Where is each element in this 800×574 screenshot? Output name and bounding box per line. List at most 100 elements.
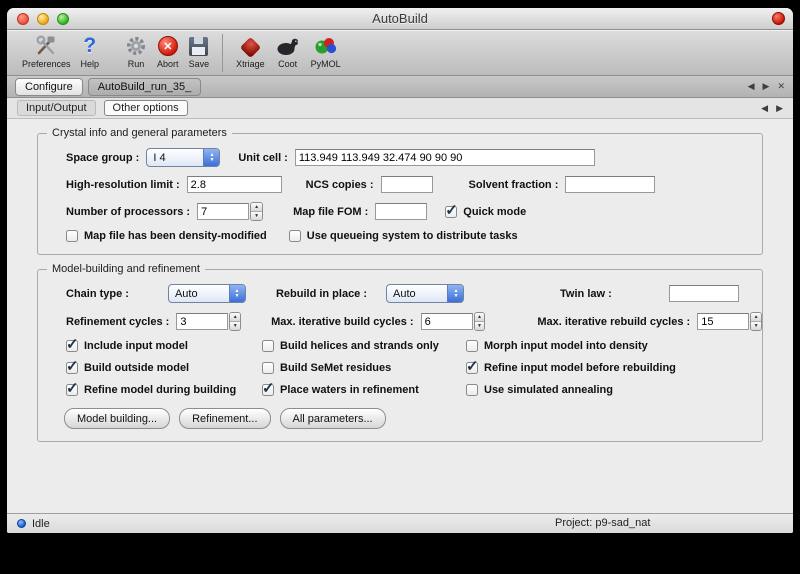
cb-simulated-annealing[interactable]: Use simulated annealing — [466, 384, 762, 396]
checkbox-label: Use simulated annealing — [484, 384, 613, 396]
tab-next-icon[interactable]: ▶ — [763, 81, 770, 92]
popup-arrows-icon: ▲▼ — [229, 285, 245, 302]
coot-button[interactable]: Coot — [270, 32, 306, 69]
close-button[interactable] — [17, 13, 29, 25]
rebuild-in-place-select[interactable]: Auto ▲▼ — [386, 284, 464, 303]
run-icon — [125, 33, 147, 59]
minimize-button[interactable] — [37, 13, 49, 25]
subtab-next-icon[interactable]: ▶ — [776, 103, 783, 114]
rebuild-cycles-stepper[interactable]: ▲▼ — [750, 312, 762, 331]
checkbox-label: Place waters in refinement — [280, 384, 419, 396]
subtab-prev-icon[interactable]: ◀ — [761, 103, 768, 114]
red-status-icon[interactable] — [772, 12, 785, 25]
project-label: Project: p9-sad_nat — [555, 517, 650, 529]
high-res-input[interactable] — [187, 176, 282, 193]
cb-refine-during-building[interactable]: Refine model during building — [66, 384, 262, 396]
build-cycles-label: Max. iterative build cycles : — [271, 316, 413, 328]
resolution-row: High-resolution limit : NCS copies : Sol… — [66, 176, 762, 193]
checkbox-label: Build outside model — [84, 362, 189, 374]
titlebar: AutoBuild — [7, 8, 793, 30]
pymol-button[interactable]: PyMOL — [306, 32, 346, 69]
chain-type-value: Auto — [169, 288, 229, 300]
param-buttons-row: Model building... Refinement... All para… — [64, 408, 762, 429]
help-button[interactable]: ? Help — [76, 32, 105, 69]
cycles-row: Refinement cycles : ▲▼ Max. iterative bu… — [66, 312, 762, 331]
queueing-label: Use queueing system to distribute tasks — [307, 230, 518, 242]
build-cycles-input[interactable] — [421, 313, 473, 330]
popup-arrows-icon: ▲▼ — [447, 285, 463, 302]
screen: AutoBuild Preferences ? Help — [0, 0, 800, 574]
all-parameters-button[interactable]: All parameters... — [280, 408, 386, 429]
space-group-select[interactable]: I 4 ▲▼ — [146, 148, 220, 167]
tool-label: Help — [81, 59, 100, 69]
tab-close-icon[interactable]: ✕ — [777, 81, 785, 92]
model-groupbox: Model-building and refinement Chain type… — [37, 269, 763, 442]
checkbox-icon — [466, 384, 478, 396]
tool-label: Run — [128, 59, 145, 69]
solvent-fraction-input[interactable] — [565, 176, 655, 193]
build-cycles-stepper[interactable]: ▲▼ — [474, 312, 486, 331]
num-processors-stepper[interactable]: ▲▼ — [250, 202, 263, 221]
space-group-label: Space group : — [66, 152, 139, 164]
unit-cell-label: Unit cell : — [238, 152, 288, 164]
rebuild-cycles-label: Max. iterative rebuild cycles : — [537, 316, 690, 328]
cb-place-waters[interactable]: Place waters in refinement — [262, 384, 466, 396]
xtriage-icon — [240, 36, 261, 57]
checkbox-icon — [445, 206, 457, 218]
cb-build-semet-residues[interactable]: Build SeMet residues — [262, 362, 466, 374]
tab-prev-icon[interactable]: ◀ — [748, 81, 755, 92]
unit-cell-input[interactable] — [295, 149, 595, 166]
rebuild-cycles-input[interactable] — [697, 313, 749, 330]
checkbox-icon — [262, 362, 274, 374]
popup-arrows-icon: ▲▼ — [203, 149, 219, 166]
run-button[interactable]: Run — [120, 32, 152, 69]
xtriage-button[interactable]: Xtriage — [231, 32, 270, 69]
zoom-button[interactable] — [57, 13, 69, 25]
refinement-cycles-stepper[interactable]: ▲▼ — [229, 312, 241, 331]
refinement-button[interactable]: Refinement... — [179, 408, 270, 429]
cb-include-input-model[interactable]: Include input model — [66, 340, 262, 352]
queueing-checkbox[interactable]: Use queueing system to distribute tasks — [289, 230, 518, 242]
save-icon — [189, 37, 208, 56]
refinement-cycles-input[interactable] — [176, 313, 228, 330]
chain-type-select[interactable]: Auto ▲▼ — [168, 284, 246, 303]
abort-button[interactable]: ✕ Abort — [152, 32, 184, 69]
ncs-copies-input[interactable] — [381, 176, 433, 193]
checkbox-icon — [289, 230, 301, 242]
high-res-label: High-resolution limit : — [66, 179, 180, 191]
checkbox-label: Refine model during building — [84, 384, 236, 396]
density-modified-checkbox[interactable]: Map file has been density-modified — [66, 230, 267, 242]
preferences-button[interactable]: Preferences — [17, 32, 76, 69]
tab-configure[interactable]: Configure — [15, 78, 83, 96]
save-button[interactable]: Save — [184, 32, 215, 69]
model-checkbox-grid: Include input model Build helices and st… — [66, 340, 762, 396]
checkbox-label: Refine input model before rebuilding — [484, 362, 676, 374]
num-processors-input[interactable] — [197, 203, 249, 220]
tab-other-options[interactable]: Other options — [104, 100, 188, 116]
twin-law-input[interactable] — [669, 285, 739, 302]
cb-morph-input-model[interactable]: Morph input model into density — [466, 340, 762, 352]
cb-build-outside-model[interactable]: Build outside model — [66, 362, 262, 374]
cb-refine-input-model[interactable]: Refine input model before rebuilding — [466, 362, 762, 374]
checkbox-label: Build SeMet residues — [280, 362, 391, 374]
content-area: Crystal info and general parameters Spac… — [7, 119, 793, 513]
cb-build-helices-strands[interactable]: Build helices and strands only — [262, 340, 466, 352]
crystal-groupbox: Crystal info and general parameters Spac… — [37, 133, 763, 255]
toolbar-divider — [222, 34, 223, 72]
tab-input-output[interactable]: Input/Output — [17, 100, 96, 116]
status-text: Idle — [32, 518, 50, 530]
pymol-icon — [313, 33, 339, 59]
window-controls — [17, 13, 69, 25]
num-processors-label: Number of processors : — [66, 206, 190, 218]
tool-label: Xtriage — [236, 59, 265, 69]
map-fom-input[interactable] — [375, 203, 427, 220]
refinement-cycles-label: Refinement cycles : — [66, 316, 169, 328]
space-group-row: Space group : I 4 ▲▼ Unit cell : — [66, 148, 762, 167]
tab-autobuild-run-35[interactable]: AutoBuild_run_35_ — [88, 78, 202, 96]
quick-mode-checkbox[interactable]: Quick mode — [445, 206, 526, 218]
sub-tab-bar: Input/Output Other options ◀ ▶ — [7, 98, 793, 119]
model-building-button[interactable]: Model building... — [64, 408, 170, 429]
main-tab-nav: ◀ ▶ ✕ — [748, 81, 785, 92]
checkbox-icon — [66, 384, 78, 396]
checkbox-icon — [66, 230, 78, 242]
